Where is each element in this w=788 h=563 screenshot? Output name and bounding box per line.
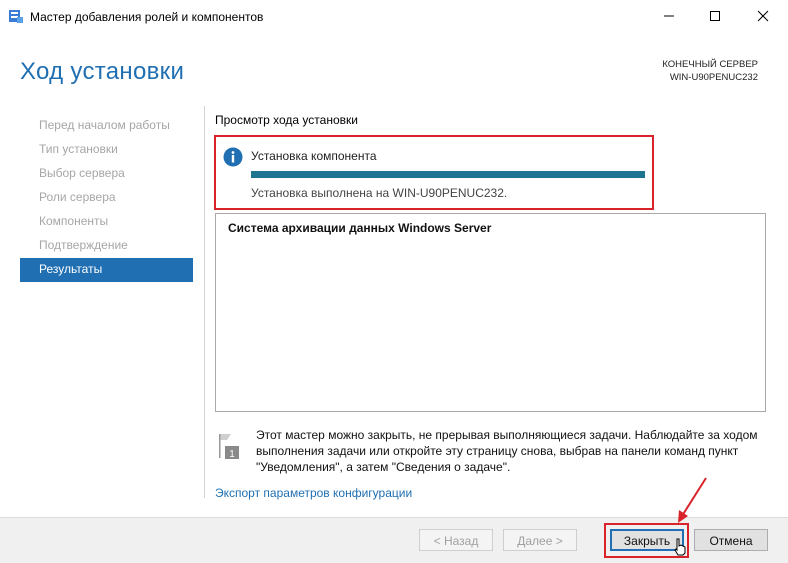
- server-label: КОНЕЧНЫЙ СЕРВЕР: [662, 59, 758, 70]
- nav-item-features[interactable]: Компоненты: [20, 210, 193, 234]
- close-icon: [757, 10, 769, 22]
- info-icon: [223, 147, 243, 167]
- wizard-nav: Перед началом работы Тип установки Выбор…: [20, 114, 193, 282]
- nav-item-before-you-begin[interactable]: Перед началом работы: [20, 114, 193, 138]
- svg-text:1: 1: [229, 449, 235, 460]
- close-window-button[interactable]: [740, 0, 786, 32]
- notification-flag-icon: 1: [219, 434, 239, 460]
- server-name: WIN-U90PENUC232: [669, 72, 758, 83]
- nav-divider: [204, 106, 205, 498]
- progress-bar: [251, 171, 645, 178]
- annotation-arrow-icon: [678, 477, 707, 523]
- page-title: Ход установки: [20, 58, 185, 85]
- server-manager-icon: [9, 10, 23, 23]
- title-bar: Мастер добавления ролей и компонентов: [0, 0, 788, 34]
- minimize-icon: [664, 15, 674, 17]
- status-message: Установка выполнена на WIN-U90PENUC232.: [251, 186, 508, 200]
- results-list[interactable]: Система архивации данных Windows Server: [215, 213, 766, 412]
- result-item: Система архивации данных Windows Server: [228, 221, 492, 235]
- status-heading: Установка компонента: [251, 149, 377, 163]
- minimize-button[interactable]: [646, 0, 692, 32]
- progress-fill: [251, 171, 645, 178]
- export-config-link[interactable]: Экспорт параметров конфигурации: [215, 486, 412, 500]
- next-button[interactable]: Далее >: [503, 529, 577, 551]
- nav-item-installation-type[interactable]: Тип установки: [20, 138, 193, 162]
- maximize-icon: [710, 11, 720, 21]
- cancel-button[interactable]: Отмена: [694, 529, 768, 551]
- destination-server: КОНЕЧНЫЙ СЕРВЕР WIN-U90PENUC232: [538, 58, 758, 84]
- nav-item-confirmation[interactable]: Подтверждение: [20, 234, 193, 258]
- installation-status: Установка компонента Установка выполнена…: [214, 135, 654, 210]
- maximize-button[interactable]: [692, 0, 738, 32]
- window-title: Мастер добавления ролей и компонентов: [30, 10, 264, 24]
- section-title: Просмотр хода установки: [215, 113, 358, 127]
- nav-item-server-roles[interactable]: Роли сервера: [20, 186, 193, 210]
- info-note: Этот мастер можно закрыть, не прерывая в…: [256, 428, 758, 474]
- nav-item-results[interactable]: Результаты: [20, 258, 193, 282]
- nav-item-server-selection[interactable]: Выбор сервера: [20, 162, 193, 186]
- back-button[interactable]: < Назад: [419, 529, 493, 551]
- hand-cursor-icon: [674, 538, 686, 556]
